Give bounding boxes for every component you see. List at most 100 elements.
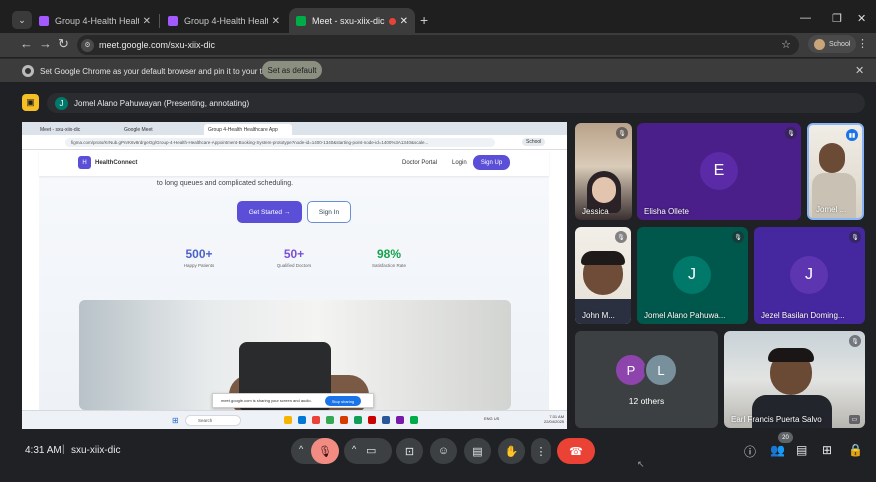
- close-window-icon[interactable]: ✕: [857, 12, 866, 25]
- windows-taskbar: ⊞ Search ENG US 7:31 AM 22/04/2025: [22, 410, 567, 429]
- mic-off-button[interactable]: 🎙: [311, 438, 339, 464]
- participant-tile-others[interactable]: P L 12 others: [575, 331, 718, 428]
- screen-share-toast: meet.google.com is sharing your screen a…: [212, 393, 374, 408]
- presentation-icon[interactable]: ▣: [22, 94, 39, 111]
- shared-tab-active: Group 4-Health Healthcare App: [204, 124, 292, 135]
- close-tab-icon[interactable]: ✕: [400, 16, 408, 27]
- chat-icon[interactable]: ▤: [796, 443, 807, 457]
- participant-name: Jezel Basilan Doming...: [761, 311, 845, 320]
- presenter-avatar: J: [55, 96, 68, 110]
- mouse-cursor-icon: ↖: [637, 459, 645, 469]
- participant-face: [592, 177, 616, 203]
- participant-hair: [581, 251, 625, 265]
- mic-off-icon: 🎙: [849, 231, 861, 243]
- taskbar-app-icon: [410, 416, 418, 424]
- hero-subtitle: to long queues and complicated schedulin…: [156, 180, 294, 187]
- shared-screen: Meet - sxu-xiix-dic Google Meet Group 4-…: [22, 122, 567, 429]
- browser-tab-active[interactable]: Meet - sxu-xiix-dic ✕: [289, 8, 415, 34]
- shared-address-bar: figma.com/proto/KrNub.gPnrK6v8rdrgeOg/Gr…: [65, 138, 495, 147]
- taskbar-app-icon: [354, 416, 362, 424]
- bookmark-star-icon[interactable]: ☆: [781, 38, 791, 51]
- taskbar-app-icon: [340, 416, 348, 424]
- close-tab-icon[interactable]: ✕: [272, 16, 280, 27]
- menu-kebab-icon[interactable]: ⋮: [857, 37, 868, 50]
- stat-doctors: 50+ Qualified Doctors: [259, 247, 329, 268]
- shared-profile: School: [522, 138, 546, 146]
- camera-button[interactable]: ▭: [366, 444, 376, 457]
- minimize-icon[interactable]: —: [800, 12, 811, 24]
- meet-icon: [296, 16, 306, 26]
- people-icon[interactable]: 👥: [770, 443, 785, 457]
- new-tab-button[interactable]: +: [420, 12, 428, 28]
- taskbar-app-icon: [368, 416, 376, 424]
- close-infobar-icon[interactable]: ✕: [855, 64, 864, 77]
- chrome-icon: [22, 65, 34, 77]
- stat-value: 50+: [283, 247, 305, 261]
- reactions-button[interactable]: ☺: [430, 438, 457, 464]
- divider: |: [62, 444, 65, 455]
- captions-icon: ▤: [472, 445, 483, 458]
- participant-avatar: E: [700, 152, 738, 190]
- present-button[interactable]: ⊡: [396, 438, 423, 464]
- set-default-button[interactable]: Set as default: [262, 61, 322, 79]
- activities-icon[interactable]: ⊞: [822, 443, 832, 457]
- participant-tile-jomel-video[interactable]: ▮▮ Jomel ...: [807, 123, 864, 220]
- taskbar-clock: 7:31 AM 22/04/2025: [544, 414, 565, 424]
- host-controls-icon[interactable]: 🔒: [848, 443, 863, 457]
- site-info-icon[interactable]: ⚙: [81, 38, 94, 52]
- participant-name: Jessica: [582, 207, 609, 216]
- mic-control: ^ 🎙: [291, 438, 339, 464]
- info-icon[interactable]: ⓘ: [744, 443, 756, 460]
- address-bar[interactable]: ⚙ meet.google.com/sxu-xiix-dic ☆: [77, 35, 799, 55]
- tab-search-button[interactable]: ⌄: [12, 11, 32, 29]
- taskbar-search: Search: [185, 415, 241, 426]
- reload-icon[interactable]: ↻: [58, 36, 69, 52]
- meeting-code: sxu-xiix-dic: [71, 445, 121, 456]
- browser-tab-1[interactable]: Group 4-Health Healthcare App ✕: [32, 8, 158, 34]
- browser-toolbar: ← → ↻ ⚙ meet.google.com/sxu-xiix-dic ☆: [0, 33, 876, 57]
- participant-face: [819, 143, 845, 173]
- taskbar-language: ENG US: [484, 416, 500, 421]
- mic-off-icon: 🎙: [615, 231, 627, 243]
- hand-icon: ✋: [504, 445, 519, 458]
- participant-count-badge: 20: [778, 432, 793, 443]
- present-icon: ⊡: [404, 445, 415, 458]
- emoji-icon: ☺: [437, 445, 450, 457]
- stat-label: Happy Patients: [183, 263, 215, 268]
- close-tab-icon[interactable]: ✕: [143, 16, 151, 27]
- more-options-button[interactable]: ⋮: [531, 438, 551, 464]
- forward-icon[interactable]: →: [39, 36, 52, 51]
- participant-name: Jomel ...: [816, 205, 847, 214]
- participant-name: 12 others: [628, 396, 665, 406]
- taskbar-app-icon: [298, 416, 306, 424]
- more-vertical-icon: ⋮: [535, 445, 547, 458]
- chevron-down-icon: ⌄: [18, 14, 26, 25]
- signup-button: Sign Up: [473, 155, 510, 170]
- participant-name: Jomel Alano Pahuwa...: [644, 311, 726, 320]
- mic-options-chevron-icon[interactable]: ^: [299, 444, 303, 454]
- leave-call-button[interactable]: ☎: [557, 438, 595, 464]
- participant-tile-jezel[interactable]: 🎙 J Jezel Basilan Doming...: [754, 227, 865, 324]
- hang-up-icon: ☎: [569, 445, 583, 458]
- figma-icon: [39, 16, 49, 26]
- captions-button[interactable]: ▤: [464, 438, 491, 464]
- back-icon[interactable]: ←: [20, 36, 33, 51]
- participant-tile-john[interactable]: 🎙 John M...: [575, 227, 631, 324]
- default-browser-infobar: Set Google Chrome as your default browse…: [0, 58, 876, 82]
- maximize-icon[interactable]: ❐: [832, 12, 842, 25]
- pin-icon[interactable]: ▭: [849, 415, 860, 424]
- participant-tile-elisha[interactable]: 🎙 E Elisha Ollete: [637, 123, 801, 220]
- taskbar-app-icon: [382, 416, 390, 424]
- brand-name: HealthConnect: [95, 160, 138, 166]
- figma-prototype: H HealthConnect Doctor Portal Login Sign…: [39, 150, 549, 410]
- participant-tile-earl[interactable]: 🎙 ▭ Earl Francis Puerta Salvo: [724, 331, 865, 428]
- profile-button[interactable]: School: [808, 35, 857, 53]
- taskbar-app-icon: [396, 416, 404, 424]
- participant-tile-jomel[interactable]: 🎙 J Jomel Alano Pahuwa...: [637, 227, 748, 324]
- camera-options-chevron-icon[interactable]: ^: [352, 444, 356, 454]
- stat-value: 500+: [185, 247, 213, 261]
- raise-hand-button[interactable]: ✋: [498, 438, 525, 464]
- browser-tab-2[interactable]: Group 4-Health Healthcare App ✕: [161, 8, 287, 34]
- recording-icon: [388, 17, 396, 25]
- participant-tile-jessica[interactable]: 🎙 Jessica: [575, 123, 632, 220]
